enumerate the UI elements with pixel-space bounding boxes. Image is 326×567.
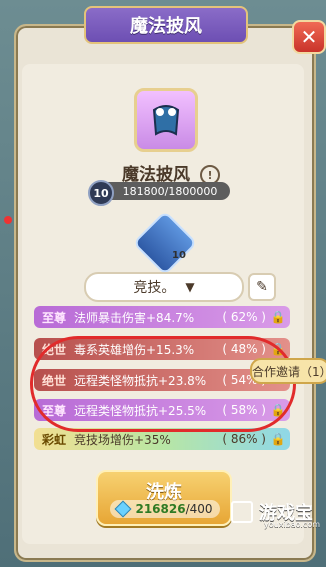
wash-cost: 216826 /400	[110, 500, 220, 518]
rune-level: 10	[172, 250, 186, 261]
chevron-down-icon: ▼	[185, 280, 195, 294]
attribute-tier: 彩虹	[41, 432, 66, 447]
item-icon-frame	[134, 88, 198, 152]
cost-have: 216826	[135, 502, 186, 516]
attribute-text: 竞技场增伤+35%	[74, 432, 171, 447]
watermark-sub: youxibao.com	[264, 520, 321, 529]
close-button[interactable]: ✕	[292, 20, 326, 54]
exp-text: 181800/1800000	[122, 184, 218, 198]
watermark: 游戏宝 youxibao.com	[218, 492, 326, 532]
attribute-percent: ( 62% )	[222, 310, 266, 324]
lock-icon[interactable]: 🔒	[266, 432, 290, 446]
level-badge: 10	[88, 180, 114, 206]
close-icon: ✕	[300, 25, 318, 49]
mode-select[interactable]: 竞技。 ▼	[84, 272, 244, 302]
attribute-text: 法师暴击伤害+84.7%	[74, 310, 195, 325]
cape-icon	[152, 105, 180, 136]
mode-select-value: 竞技。	[133, 280, 176, 296]
gem-icon	[114, 500, 132, 518]
edit-button[interactable]: ✎	[248, 273, 276, 301]
lock-icon[interactable]: 🔒	[266, 310, 290, 324]
invite-button[interactable]: 合作邀请（1）	[250, 358, 326, 384]
attribute-row[interactable]: 至尊 法师暴击伤害+84.7% ( 62% ) 🔒	[34, 306, 290, 328]
level-progress: 10 181800/1800000	[88, 180, 230, 206]
red-dot-marker	[4, 216, 12, 224]
wash-button[interactable]: 洗炼 216826 /400	[96, 470, 232, 526]
cost-need: /400	[185, 502, 213, 516]
pencil-icon: ✎	[256, 279, 268, 295]
attribute-percent: ( 86% )	[222, 432, 266, 446]
attribute-tier: 至尊	[41, 310, 66, 325]
watermark-logo-icon	[231, 501, 253, 523]
annotation-circle	[30, 336, 296, 432]
dialog-title: 魔法披风	[84, 6, 248, 44]
